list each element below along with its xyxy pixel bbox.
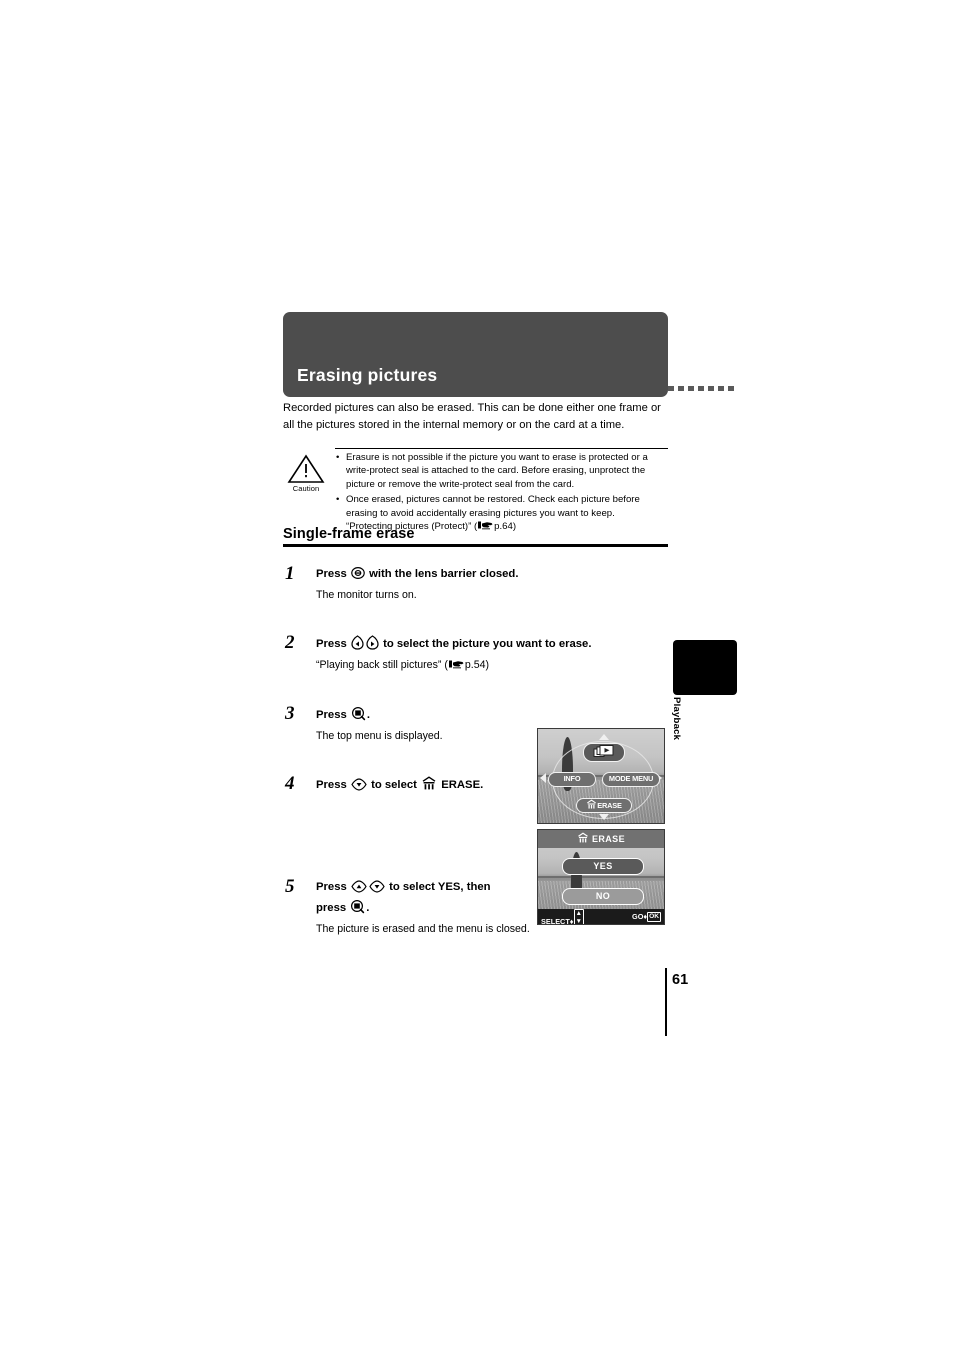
lcd-info-button[interactable]: INFO	[548, 772, 596, 787]
footer-select-sep: ♦	[569, 917, 574, 925]
step-heading-before: Press	[316, 709, 347, 721]
step-subtext: The monitor turns on.	[316, 589, 417, 601]
erase-dialog-no-button[interactable]: NO	[562, 888, 644, 905]
bullet-marker: •	[336, 494, 340, 506]
page-number-rule	[665, 968, 667, 1036]
updown-keycap-icon: ▲ ▼	[573, 909, 585, 925]
step-body: Press with the lens barrier closed. The …	[316, 566, 673, 603]
step-heading-before: Press	[316, 568, 347, 580]
arrow-right-button-icon	[366, 635, 379, 656]
step-heading-before: Press	[316, 881, 347, 893]
step-subtext-page: p.54	[464, 659, 486, 671]
step-heading-mid: to select	[371, 779, 417, 791]
lcd-playback-mode-button[interactable]	[583, 743, 625, 762]
caution-item-text: Once erased, pictures cannot be restored…	[346, 494, 640, 519]
step-number: 3	[285, 703, 295, 724]
menu-triangle-down-icon	[599, 814, 609, 820]
page-title: Erasing pictures	[297, 365, 438, 385]
ok-menu-button-icon	[351, 706, 366, 727]
arrow-up-button-icon	[351, 880, 367, 899]
step-number: 2	[285, 632, 295, 653]
erase-dialog-footer: SELECT♦▲ ▼ GO♦ OK	[538, 909, 664, 924]
side-tab-label: Playback	[671, 697, 682, 741]
footer-go-label: GO	[632, 912, 644, 921]
step-heading: Press to select the picture you want to …	[316, 635, 673, 656]
ok-menu-button-icon	[350, 899, 365, 920]
erase-dialog-title: ERASE	[591, 834, 625, 844]
lcd-top-menu-screenshot: INFO MODE MENU ERASE	[537, 728, 665, 824]
step-heading-mid: to select YES, then	[389, 881, 491, 893]
warning-triangle-icon	[287, 454, 325, 483]
step-heading: Press with the lens barrier closed.	[316, 566, 673, 586]
caution-list: • Erasure is not possible if the picture…	[335, 451, 668, 536]
menu-triangle-up-icon	[599, 734, 609, 740]
side-tab-marker	[673, 640, 737, 695]
subheading-title: Single-frame erase	[283, 526, 415, 542]
caution-top-rule	[335, 448, 668, 449]
subheading-block: Single-frame erase	[283, 526, 668, 547]
monitor-button-icon	[351, 566, 365, 586]
trash-erase-icon	[586, 799, 597, 814]
step-number: 1	[285, 563, 295, 584]
step-heading-before: Press	[316, 638, 347, 650]
erase-dialog-titlebar: ERASE	[538, 830, 664, 848]
arrow-down-button-icon	[369, 880, 385, 899]
step-heading-line2-after: .	[366, 902, 370, 914]
step-heading-after: with the lens barrier closed.	[369, 568, 519, 580]
manual-page: Erasing pictures Recorded pictures can a…	[0, 0, 954, 1351]
arrow-down-button-icon	[351, 778, 367, 797]
step-body: Press to select the picture you want to …	[316, 635, 673, 674]
caution-item-text: Erasure is not possible if the picture y…	[346, 452, 648, 490]
intro-paragraph: Recorded pictures can also be erased. Th…	[283, 402, 661, 431]
arrow-left-button-icon	[351, 635, 364, 656]
menu-triangle-left-icon	[540, 773, 546, 783]
footer-select-hint: SELECT♦▲ ▼	[541, 909, 585, 925]
trash-erase-icon	[577, 832, 589, 850]
ok-keycap-icon: OK	[647, 912, 661, 922]
lcd-erase-button-label: ERASE	[597, 801, 622, 810]
step-number: 4	[285, 773, 295, 794]
step-item: 2 Press to select the picture you want t…	[283, 632, 673, 674]
pointing-hand-reference-icon	[448, 658, 464, 674]
lcd-erase-dialog-screenshot: ERASE YES NO SELECT♦▲ ▼ GO♦ OK	[537, 829, 665, 925]
step-heading-after: to select the picture you want to erase.	[383, 638, 592, 650]
caution-icon-group: Caution	[283, 454, 329, 493]
step-item: 1 Press with the lens barrier closed. Th…	[283, 563, 673, 603]
footer-go-hint: GO♦ OK	[632, 909, 661, 924]
footer-select-label: SELECT	[541, 917, 570, 925]
bullet-marker: •	[336, 452, 340, 463]
step-heading-before: Press	[316, 779, 347, 791]
step-heading-line2-before: press	[316, 902, 347, 914]
step-subtext-suffix: )	[485, 659, 490, 671]
step-heading-after: .	[366, 709, 371, 721]
caution-item: • Erasure is not possible if the picture…	[335, 451, 668, 491]
page-number: 61	[672, 972, 689, 988]
playback-stack-icon	[593, 745, 614, 757]
trash-erase-icon	[421, 776, 437, 797]
step-heading-after: ERASE.	[441, 779, 484, 791]
step-number: 5	[285, 876, 295, 897]
step-subtext: The picture is erased and the menu is cl…	[316, 923, 530, 935]
header-dashed-rule	[668, 386, 738, 391]
caution-label: Caution	[292, 484, 320, 493]
subheading-rule	[283, 544, 668, 547]
erase-dialog-yes-button[interactable]: YES	[562, 858, 644, 875]
photo-horizon	[538, 876, 664, 879]
step-subtext: “Playing back still pictures” ( p.54)	[316, 657, 673, 674]
lcd-erase-button[interactable]: ERASE	[576, 798, 632, 813]
step-heading: Press .	[316, 706, 673, 727]
section-header-bar: Erasing pictures	[283, 312, 668, 397]
step-subtext-prefix: “Playing back still pictures” (	[316, 659, 448, 671]
lcd-mode-menu-button[interactable]: MODE MENU	[602, 772, 660, 787]
